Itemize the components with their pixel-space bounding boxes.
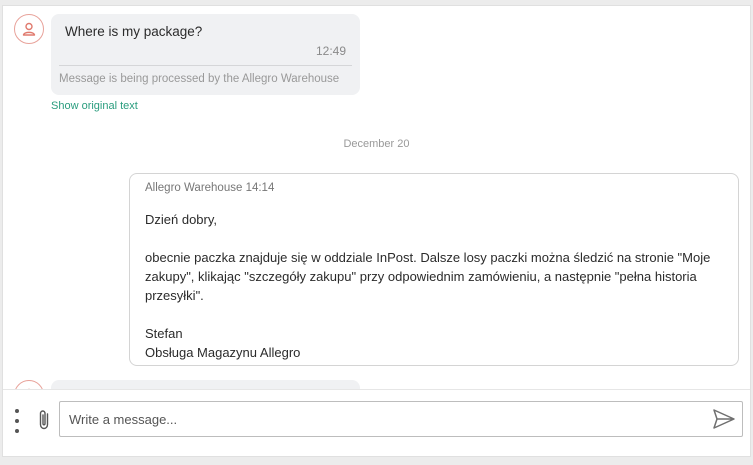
message-time: 12:49 <box>315 44 346 58</box>
date-separator: December 20 <box>343 138 410 150</box>
message-list[interactable]: Where is my package? 12:49 Message is be… <box>3 6 750 389</box>
message-input[interactable] <box>60 402 700 436</box>
processing-note: Message is being processed by the Allegr… <box>59 73 340 85</box>
reply-sender-meta: Allegro Warehouse 14:14 <box>145 182 275 194</box>
message-input-wrapper <box>59 401 743 437</box>
incoming-message-bubble <box>51 380 360 389</box>
vertical-dots-icon[interactable] <box>13 409 21 433</box>
reply-signature-name: Stefan <box>145 326 183 341</box>
send-button[interactable] <box>710 405 738 433</box>
paperclip-icon[interactable] <box>35 408 53 432</box>
reply-paragraph: obecnie paczka znajduje się w oddziale I… <box>145 250 711 303</box>
bubble-divider <box>59 65 352 66</box>
show-original-text-link[interactable]: Show original text <box>51 100 138 112</box>
user-icon <box>22 22 36 36</box>
reply-message-bubble: Allegro Warehouse 14:14 Dzień dobry, obe… <box>129 173 739 366</box>
send-icon <box>713 409 735 429</box>
user-avatar <box>14 380 44 389</box>
user-avatar <box>14 14 44 44</box>
reply-greeting: Dzień dobry, <box>145 212 218 227</box>
reply-body: Dzień dobry, obecnie paczka znajduje się… <box>145 210 723 362</box>
incoming-message-bubble: Where is my package? 12:49 Message is be… <box>51 14 360 95</box>
reply-signature-team: Obsługa Magazynu Allegro <box>145 345 301 360</box>
message-composer <box>3 389 750 456</box>
chat-window: Where is my package? 12:49 Message is be… <box>2 5 751 457</box>
window-bottom-strip <box>0 457 753 465</box>
message-text: Where is my package? <box>65 24 203 39</box>
